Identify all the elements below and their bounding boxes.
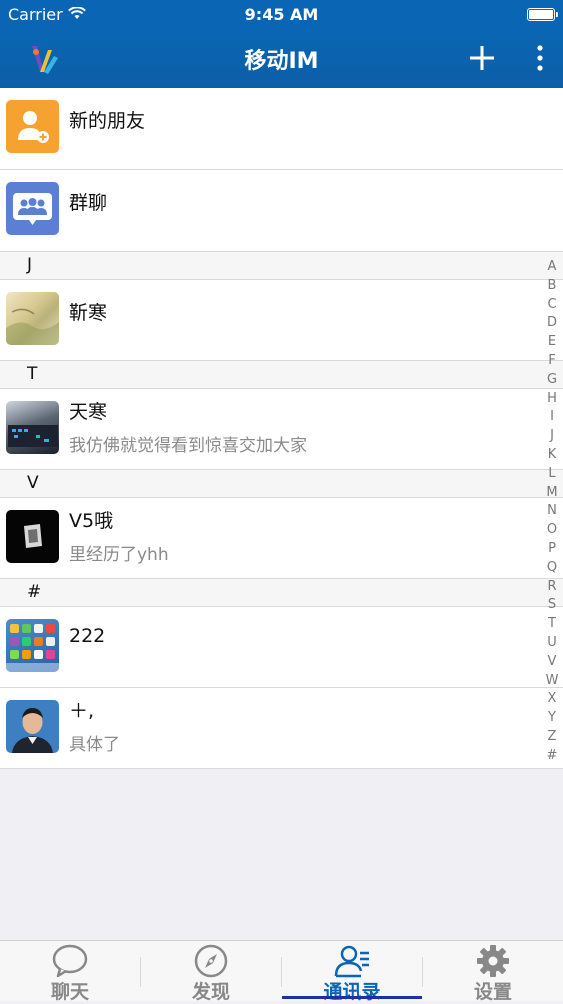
tab-settings[interactable]: 设置 [423, 941, 563, 1003]
index-letter[interactable]: C [542, 296, 562, 315]
alphabet-index[interactable]: A B C D E F G H I J K L M N O P Q R S T U V W X Y Z # [542, 258, 562, 766]
index-letter[interactable]: J [542, 427, 562, 446]
index-letter[interactable]: D [542, 314, 562, 333]
contact-avatar [6, 401, 59, 454]
index-letter[interactable]: R [542, 578, 562, 597]
contacts-icon [334, 945, 369, 978]
index-letter[interactable]: S [542, 596, 562, 615]
add-icon[interactable] [462, 38, 502, 78]
chat-bubble-icon [52, 944, 88, 978]
more-options-icon[interactable] [528, 38, 552, 78]
contact-name: 天寒 [69, 401, 108, 423]
section-letter: T [27, 364, 38, 384]
index-letter[interactable]: Y [542, 709, 562, 728]
section-header-v: V [0, 470, 563, 498]
index-letter[interactable]: E [542, 333, 562, 352]
index-letter[interactable]: M [542, 484, 562, 503]
section-letter: # [27, 582, 42, 602]
new-friends-row[interactable]: 新的朋友 [0, 88, 563, 170]
group-chat-icon [6, 182, 59, 235]
contact-status: 我仿佛就觉得看到惊喜交加大家 [69, 436, 307, 456]
index-letter[interactable]: I [542, 408, 562, 427]
contact-status: 具体了 [69, 735, 120, 755]
index-letter[interactable]: B [542, 277, 562, 296]
index-letter[interactable]: P [542, 540, 562, 559]
index-letter[interactable]: V [542, 653, 562, 672]
section-header-t: T [0, 361, 563, 389]
row-label: 新的朋友 [69, 110, 146, 132]
contact-row[interactable]: V5哦 里经历了yhh [0, 498, 563, 579]
compass-icon [194, 944, 228, 978]
index-letter[interactable]: X [542, 690, 562, 709]
index-letter[interactable]: K [542, 446, 562, 465]
index-letter[interactable]: A [542, 258, 562, 277]
gear-icon [477, 945, 509, 977]
contact-name: ＋, [69, 700, 95, 722]
index-letter[interactable]: L [542, 465, 562, 484]
contact-avatar [6, 292, 59, 345]
add-friend-icon [6, 100, 59, 153]
tab-bar: 聊天 发现 通讯录 设置 [0, 940, 563, 1003]
group-chat-row[interactable]: 群聊 [0, 170, 563, 252]
index-letter[interactable]: T [542, 615, 562, 634]
section-header-hash: # [0, 579, 563, 607]
contact-status: 里经历了yhh [69, 545, 169, 565]
index-letter[interactable]: Q [542, 559, 562, 578]
contact-avatar [6, 700, 59, 753]
contact-name: 靳寒 [69, 302, 108, 324]
section-letter: V [27, 473, 39, 493]
contact-name: V5哦 [69, 510, 114, 532]
tab-discover[interactable]: 发现 [141, 941, 281, 1003]
index-letter[interactable]: N [542, 502, 562, 521]
status-bar: Carrier 9:45 AM [0, 0, 563, 30]
battery-icon [527, 8, 558, 21]
contact-avatar [6, 619, 59, 672]
contact-row[interactable]: 天寒 我仿佛就觉得看到惊喜交加大家 [0, 389, 563, 470]
contacts-list: 新的朋友 群聊 J 靳寒 T 天寒 我仿佛就觉得看到惊喜交加大家 V V5哦 里… [0, 88, 563, 769]
active-tab-indicator [282, 996, 422, 999]
section-letter: J [27, 255, 33, 275]
index-letter[interactable]: H [542, 390, 562, 409]
contact-name: 222 [69, 625, 106, 647]
index-letter[interactable]: Z [542, 728, 562, 747]
index-letter[interactable]: # [542, 747, 562, 766]
status-time: 9:45 AM [244, 5, 319, 24]
contact-row[interactable]: 222 [0, 607, 563, 688]
contact-row[interactable]: 靳寒 [0, 280, 563, 361]
tab-chat[interactable]: 聊天 [0, 941, 140, 1003]
index-letter[interactable]: O [542, 521, 562, 540]
section-header-j: J [0, 252, 563, 280]
index-letter[interactable]: U [542, 634, 562, 653]
row-label: 群聊 [69, 192, 108, 214]
index-letter[interactable]: W [542, 672, 562, 691]
contact-avatar [6, 510, 59, 563]
tab-contacts[interactable]: 通讯录 [282, 941, 422, 1003]
nav-bar: 移动IM [0, 30, 563, 88]
contact-row[interactable]: ＋, 具体了 [0, 688, 563, 769]
index-letter[interactable]: F [542, 352, 562, 371]
index-letter[interactable]: G [542, 371, 562, 390]
